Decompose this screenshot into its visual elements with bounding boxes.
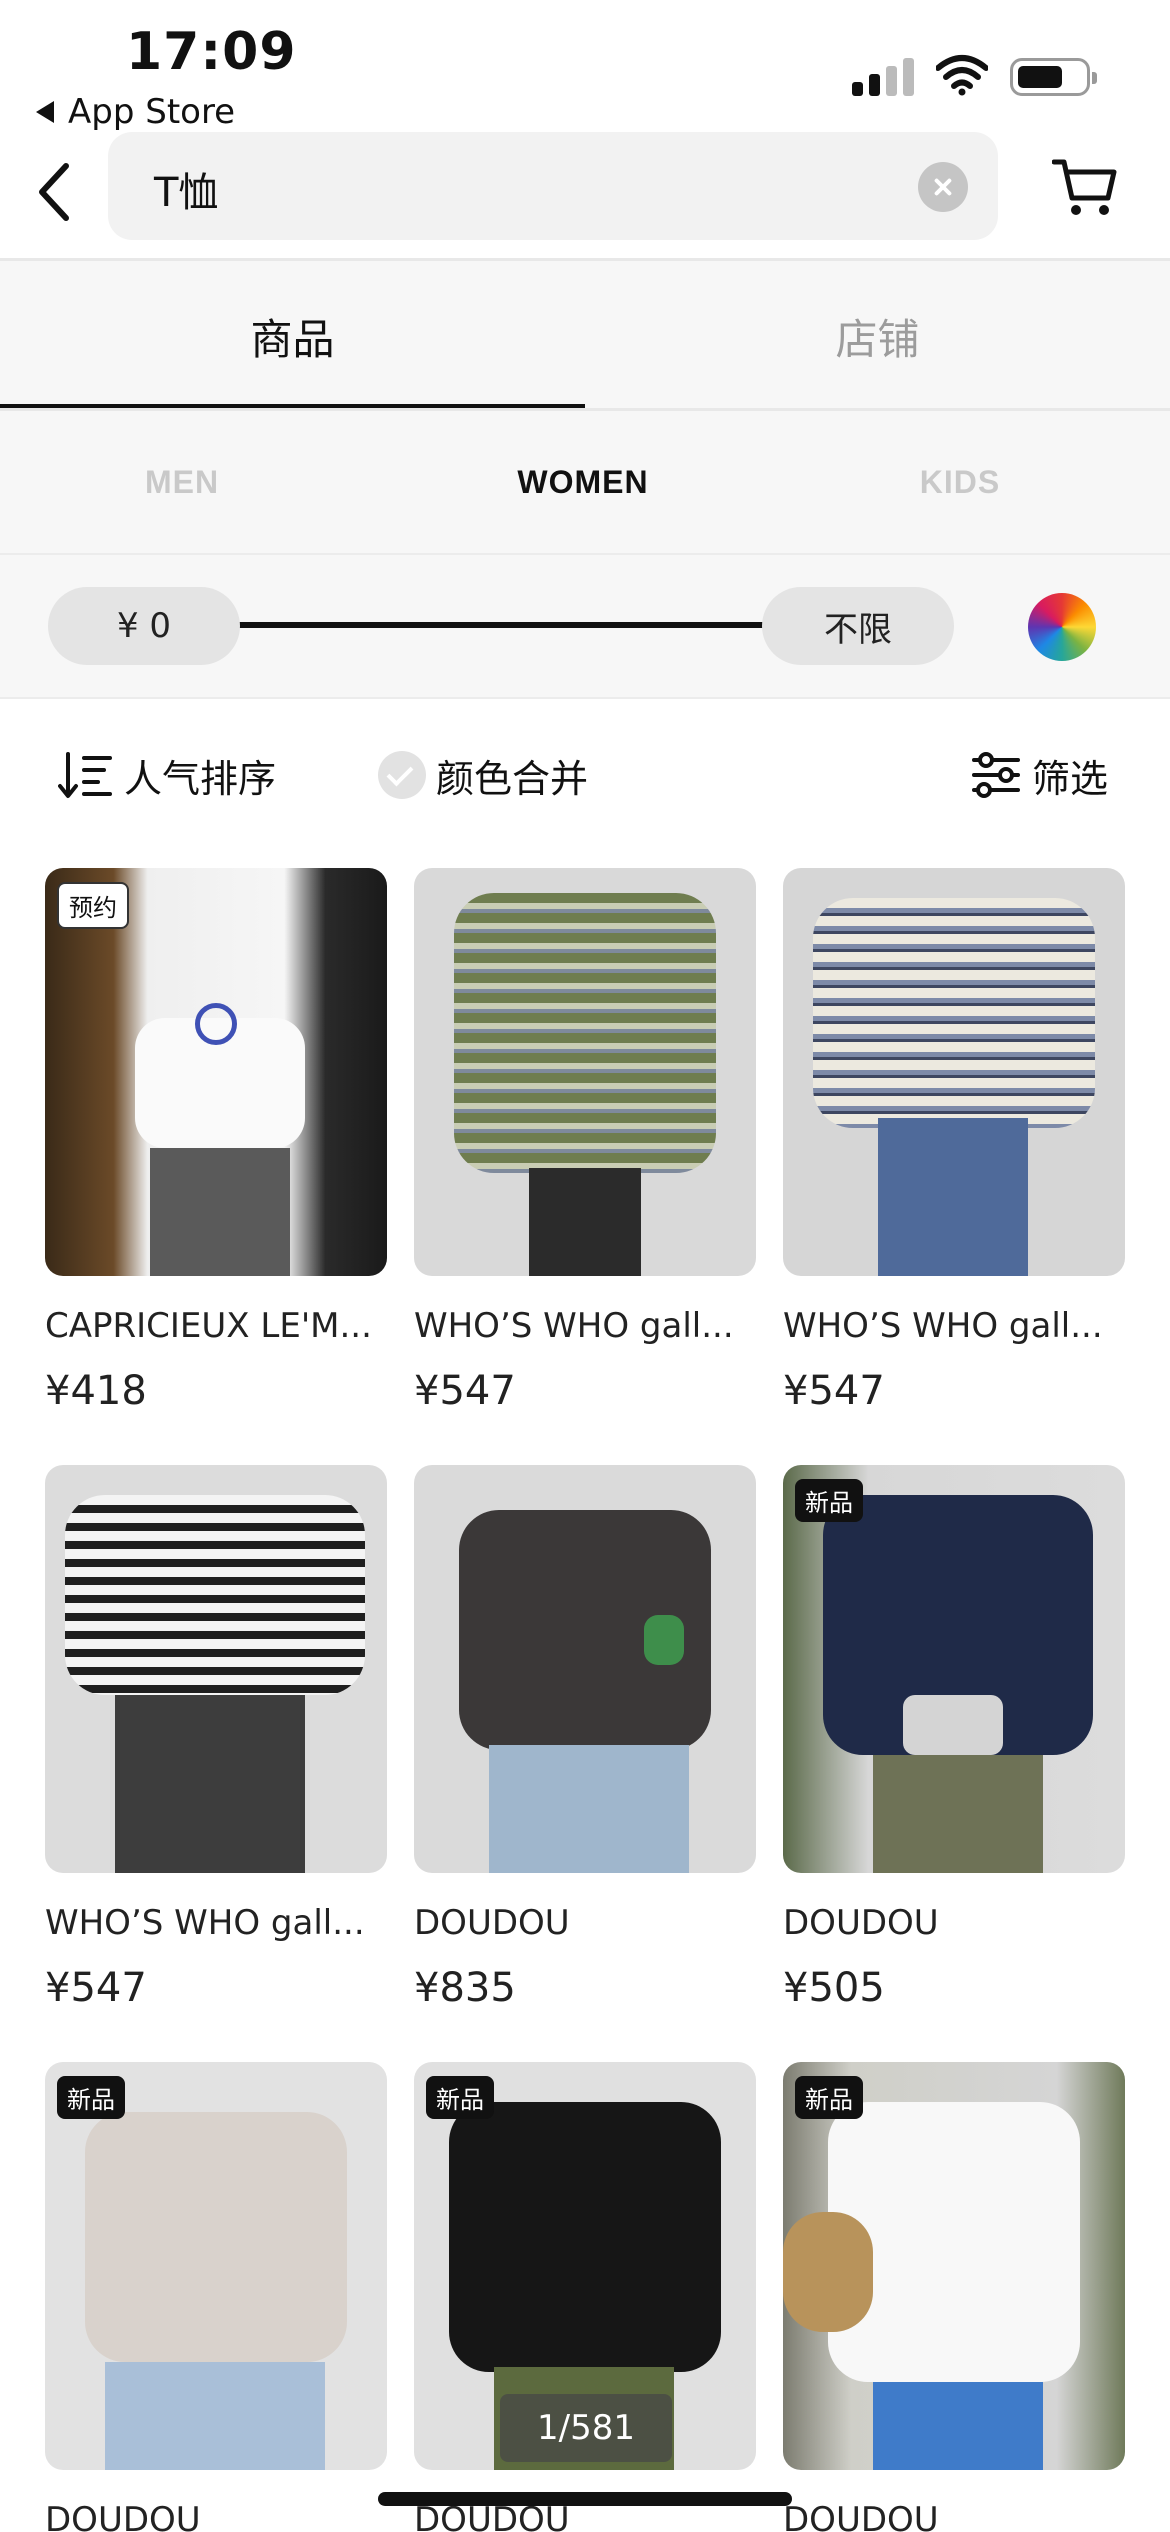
home-indicator[interactable] [378, 2492, 792, 2506]
gender-kids[interactable]: KIDS [860, 411, 1060, 553]
back-app-label: App Store [68, 92, 236, 132]
sort-popular-button[interactable]: 人气排序 [58, 747, 276, 803]
product-name: CAPRICIEUX LE'M... [45, 1306, 372, 1346]
tab-goods[interactable]: 商品 [0, 261, 585, 411]
product-name: WHO’S WHO gall... [45, 1903, 365, 1943]
price-min-handle[interactable]: ¥ 0 [48, 587, 240, 665]
page-indicator: 1/581 [500, 2394, 672, 2462]
gender-women[interactable]: WOMEN [483, 411, 683, 553]
product-badge: 新品 [795, 2076, 863, 2119]
battery-icon [1010, 58, 1097, 96]
product-card[interactable]: 新品 DOUDOU ¥505 [783, 1465, 1125, 2055]
product-photo[interactable] [414, 868, 756, 1276]
product-badge: 新品 [795, 1479, 863, 1522]
status-time: 17:09 [126, 22, 297, 82]
product-badge: 预约 [57, 882, 129, 929]
product-card[interactable]: WHO’S WHO gall... ¥547 [45, 1465, 387, 2055]
product-card[interactable]: 预约 CAPRICIEUX LE'M... ¥418 [45, 868, 387, 1458]
product-price: ¥547 [783, 1368, 885, 1414]
back-chevron-icon[interactable] [30, 152, 100, 232]
product-name: DOUDOU [783, 1903, 939, 1943]
product-badge: 新品 [426, 2076, 494, 2119]
product-card[interactable]: DOUDOU ¥835 [414, 1465, 756, 2055]
product-card[interactable]: WHO’S WHO gall... ¥547 [783, 868, 1125, 1458]
filter-button[interactable]: 筛选 [970, 747, 1108, 803]
price-max-handle[interactable]: 不限 [762, 587, 954, 665]
product-card[interactable]: 新品 DOUDOU [783, 2062, 1125, 2532]
product-photo[interactable]: 新品 [783, 1465, 1125, 1873]
product-price: ¥835 [414, 1965, 516, 2011]
cart-icon[interactable] [1052, 154, 1118, 220]
product-name: WHO’S WHO gall... [783, 1306, 1103, 1346]
tab-shops[interactable]: 店铺 [585, 261, 1170, 411]
sort-bar: 人气排序 颜色合并 筛选 [0, 699, 1170, 849]
merge-color-toggle[interactable]: 颜色合并 [378, 747, 588, 803]
product-photo[interactable]: 新品 [783, 2062, 1125, 2470]
clear-icon[interactable] [918, 162, 968, 212]
product-price: ¥547 [45, 1965, 147, 2011]
product-price: ¥505 [783, 1965, 885, 2011]
filter-label: 筛选 [1032, 756, 1109, 801]
gender-men[interactable]: MEN [82, 411, 282, 553]
product-card[interactable]: 新品 DOUDOU [45, 2062, 387, 2532]
check-icon [378, 751, 426, 799]
sort-popular-label: 人气排序 [124, 756, 277, 801]
price-filter: ¥ 0 不限 [0, 555, 1170, 697]
color-wheel-icon[interactable] [1028, 593, 1096, 661]
filter-sliders-icon [972, 752, 1020, 798]
product-name: DOUDOU [783, 2500, 939, 2532]
search-query: T恤 [154, 170, 219, 216]
search-input[interactable]: T恤 [108, 132, 998, 240]
gender-selector: MEN WOMEN KIDS [0, 411, 1170, 553]
cellular-signal-icon [852, 58, 914, 96]
product-price: ¥418 [45, 1368, 147, 1414]
price-range-track[interactable] [238, 622, 766, 628]
product-name: WHO’S WHO gall... [414, 1306, 734, 1346]
product-photo[interactable] [414, 1465, 756, 1873]
wifi-icon [936, 55, 988, 96]
product-photo[interactable]: 预约 [45, 868, 387, 1276]
product-photo[interactable] [783, 868, 1125, 1276]
product-name: DOUDOU [45, 2500, 201, 2532]
back-to-app-store[interactable]: App Store [36, 92, 235, 132]
status-bar: 17:09 App Store [0, 0, 1170, 132]
product-photo[interactable] [45, 1465, 387, 1873]
back-triangle-icon [36, 101, 54, 123]
product-badge: 新品 [57, 2076, 125, 2119]
product-card[interactable]: WHO’S WHO gall... ¥547 [414, 868, 756, 1458]
result-tabs: 商品 店铺 [0, 261, 1170, 411]
product-photo[interactable]: 新品 [45, 2062, 387, 2470]
search-header: T恤 [0, 130, 1170, 260]
sort-icon [58, 752, 112, 798]
product-name: DOUDOU [414, 1903, 570, 1943]
product-price: ¥547 [414, 1368, 516, 1414]
merge-color-label: 颜色合并 [436, 756, 589, 801]
